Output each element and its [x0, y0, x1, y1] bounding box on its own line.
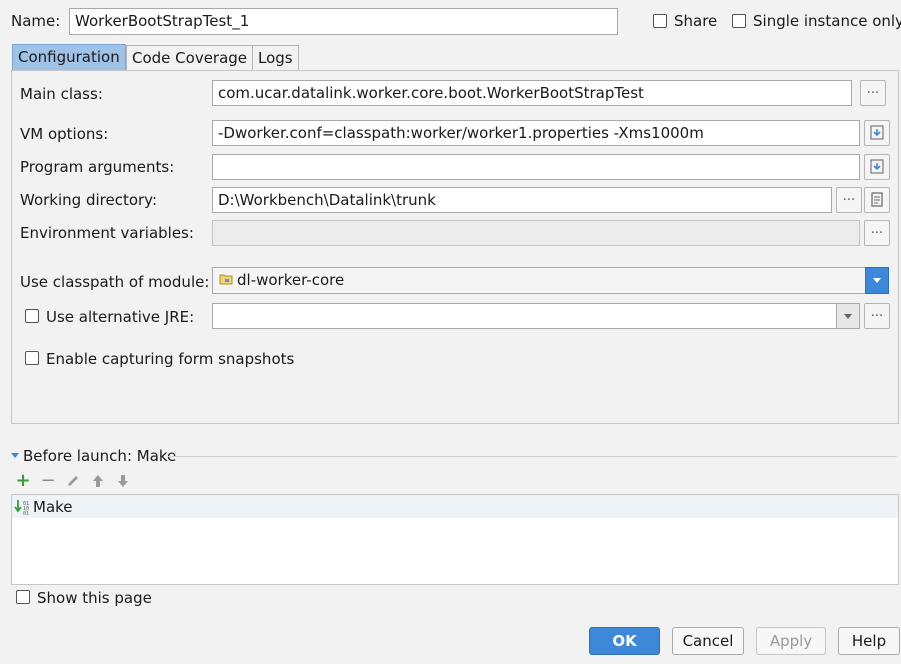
before-launch-title: Before launch: Make	[23, 447, 177, 465]
main-class-input[interactable]: com.ucar.datalink.worker.core.boot.Worke…	[212, 80, 852, 106]
before-launch-divider	[168, 456, 897, 457]
environment-variables-label: Environment variables:	[20, 224, 194, 242]
form-snapshots-checkbox[interactable]	[25, 351, 39, 365]
show-page-checkbox[interactable]	[16, 590, 30, 604]
program-arguments-label: Program arguments:	[20, 158, 175, 176]
add-icon[interactable]: +	[15, 472, 31, 490]
list-item-label: Make	[33, 498, 73, 516]
document-icon	[871, 192, 883, 207]
classpath-module-value: dl-worker-core	[237, 271, 345, 289]
vm-options-input[interactable]: -Dworker.conf=classpath:worker/worker1.p…	[212, 120, 860, 146]
program-arguments-input[interactable]	[212, 154, 860, 180]
alternative-jre-checkbox[interactable]	[25, 309, 39, 323]
vm-options-label: VM options:	[20, 125, 109, 143]
program-arguments-expand-button[interactable]	[864, 154, 890, 180]
svg-text:01: 01	[23, 511, 29, 515]
alternative-jre-browse-button[interactable]: ...	[864, 303, 890, 329]
classpath-module-label: Use classpath of module:	[20, 273, 210, 291]
classpath-module-select[interactable]: dl-worker-core	[212, 267, 889, 294]
apply-button[interactable]: Apply	[756, 627, 826, 655]
name-input[interactable]: WorkerBootStrapTest_1	[69, 8, 618, 35]
list-item[interactable]: 01 10 01 Make	[12, 495, 898, 518]
chevron-down-icon	[844, 314, 852, 319]
main-class-label: Main class:	[20, 85, 103, 103]
tab-configuration[interactable]: Configuration	[12, 44, 126, 71]
alternative-jre-label: Use alternative JRE:	[46, 308, 195, 326]
collapse-triangle-icon[interactable]	[10, 452, 20, 460]
remove-icon[interactable]: −	[40, 472, 56, 490]
single-instance-label: Single instance only	[753, 12, 901, 30]
name-label: Name:	[11, 12, 61, 30]
form-snapshots-label: Enable capturing form snapshots	[46, 350, 295, 368]
working-directory-label: Working directory:	[20, 191, 158, 209]
alternative-jre-select[interactable]	[212, 303, 860, 329]
share-checkbox[interactable]	[653, 14, 667, 28]
environment-variables-browse-button[interactable]: ...	[864, 220, 890, 246]
working-directory-macro-button[interactable]	[864, 187, 890, 213]
move-up-icon[interactable]	[90, 474, 106, 490]
environment-variables-input[interactable]	[212, 220, 860, 246]
working-directory-browse-button[interactable]: ...	[836, 187, 862, 213]
alternative-jre-dropdown-button[interactable]	[836, 303, 860, 329]
tab-logs[interactable]: Logs	[252, 45, 299, 72]
single-instance-checkbox[interactable]	[732, 14, 746, 28]
main-class-browse-button[interactable]: ...	[860, 80, 886, 106]
ok-button[interactable]: OK	[589, 627, 660, 655]
chevron-down-icon	[873, 278, 881, 283]
edit-icon[interactable]	[65, 474, 81, 490]
make-icon: 01 10 01	[14, 500, 29, 515]
expand-field-icon	[870, 125, 884, 140]
show-page-label: Show this page	[37, 589, 152, 607]
vm-options-expand-button[interactable]	[864, 120, 890, 146]
module-folder-icon	[219, 269, 233, 293]
cancel-button[interactable]: Cancel	[672, 627, 744, 655]
tab-code-coverage[interactable]: Code Coverage	[126, 45, 254, 72]
move-down-icon[interactable]	[115, 474, 131, 490]
share-label: Share	[674, 12, 718, 30]
help-button[interactable]: Help	[838, 627, 900, 655]
working-directory-input[interactable]: D:\Workbench\Datalink\trunk	[212, 187, 832, 213]
expand-field-icon	[870, 159, 884, 174]
classpath-dropdown-button[interactable]	[865, 267, 889, 294]
